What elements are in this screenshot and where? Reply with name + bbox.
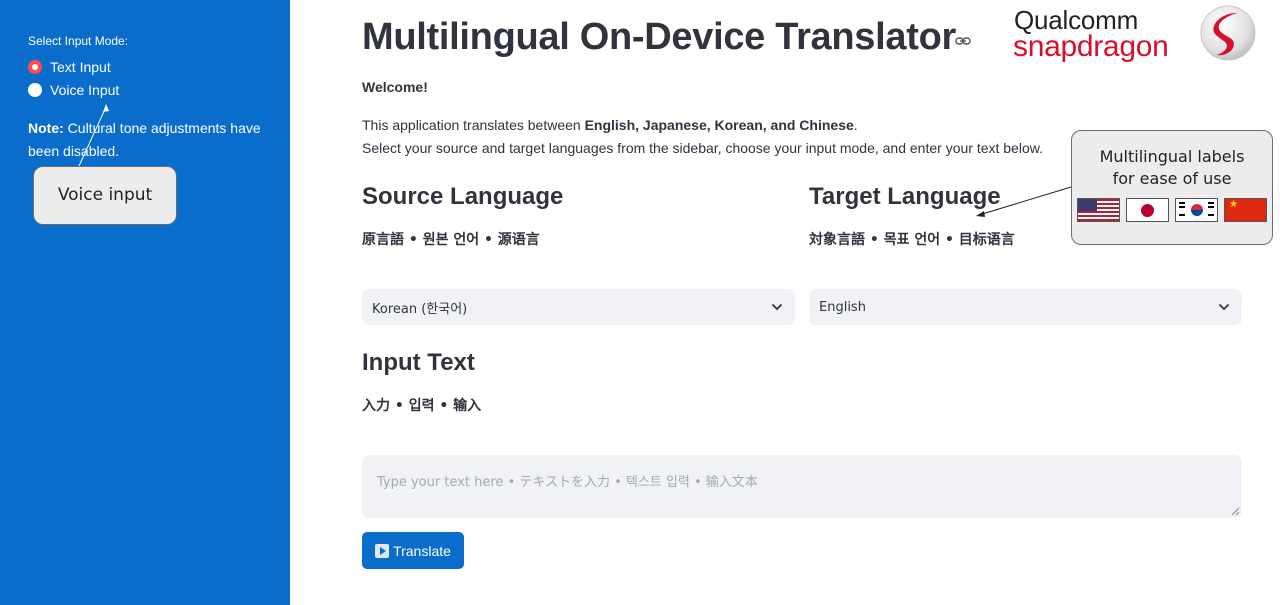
input-mode-label: Select Input Mode: <box>28 34 129 48</box>
source-language-select[interactable]: Korean (한국어) <box>362 289 795 325</box>
flags-row <box>1072 198 1272 222</box>
radio-voice-input-label: Voice Input <box>50 82 120 98</box>
us-flag-icon <box>1077 198 1120 222</box>
radio-voice-input[interactable]: Voice Input <box>28 82 119 98</box>
note-text: Cultural tone adjustments have been disa… <box>28 120 261 159</box>
korea-flag-icon <box>1175 198 1218 222</box>
radio-selected-icon[interactable] <box>28 60 42 74</box>
snapdragon-mark-icon <box>1200 5 1256 61</box>
welcome-text: Welcome! <box>362 79 428 95</box>
target-language-value: English <box>819 299 866 315</box>
radio-text-input[interactable]: Text Input <box>28 59 111 75</box>
qualcomm-snapdragon-logo: Qualcomm snapdragon <box>1013 4 1258 66</box>
desc1-suffix: . <box>853 117 858 133</box>
note-label: Note: <box>28 120 64 136</box>
input-text-heading: Input Text <box>362 349 475 376</box>
sidebar-note: Note: Cultural tone adjustments have bee… <box>28 117 278 163</box>
target-language-heading: Target Language <box>809 183 1001 210</box>
link-icon[interactable] <box>955 35 971 47</box>
chevron-down-icon <box>1218 303 1230 311</box>
translate-button[interactable]: Translate <box>362 532 464 569</box>
radio-text-input-label: Text Input <box>50 59 111 75</box>
china-flag-icon <box>1224 198 1267 222</box>
multilingual-labels-callout: Multilingual labels for ease of use <box>1071 130 1273 245</box>
source-language-heading: Source Language <box>362 183 564 210</box>
source-language-multilingual-label: 原言語 • 원본 언어 • 源语言 <box>362 232 540 248</box>
target-language-select[interactable]: English <box>809 289 1242 325</box>
input-text-area[interactable] <box>362 455 1242 518</box>
target-language-multilingual-label: 対象言語 • 목표 언어 • 目标语言 <box>809 232 1015 248</box>
translate-button-label: Translate <box>393 542 451 559</box>
description-line-2: Select your source and target languages … <box>362 140 1043 156</box>
logo-snapdragon-text: snapdragon <box>1013 30 1169 63</box>
resize-handle-icon[interactable] <box>1231 507 1240 516</box>
callout-line-2: for ease of use <box>1112 169 1232 188</box>
desc1-prefix: This application translates between <box>362 117 585 133</box>
page-title: Multilingual On-Device Translator <box>362 16 956 58</box>
play-icon <box>375 543 390 558</box>
japan-flag-icon <box>1126 198 1169 222</box>
desc1-languages: English, Japanese, Korean, and Chinese <box>584 117 854 133</box>
input-text-multilingual-label: 入力 • 입력 • 输入 <box>362 398 482 414</box>
sidebar: Select Input Mode: Text Input Voice Inpu… <box>0 0 290 605</box>
chevron-down-icon <box>771 303 783 311</box>
source-language-value: Korean (한국어) <box>372 301 468 317</box>
voice-input-callout: Voice input <box>33 166 177 225</box>
description-line-1: This application translates between Engl… <box>362 117 858 133</box>
radio-unselected-icon[interactable] <box>28 83 42 97</box>
callout-line-1: Multilingual labels <box>1099 147 1245 166</box>
